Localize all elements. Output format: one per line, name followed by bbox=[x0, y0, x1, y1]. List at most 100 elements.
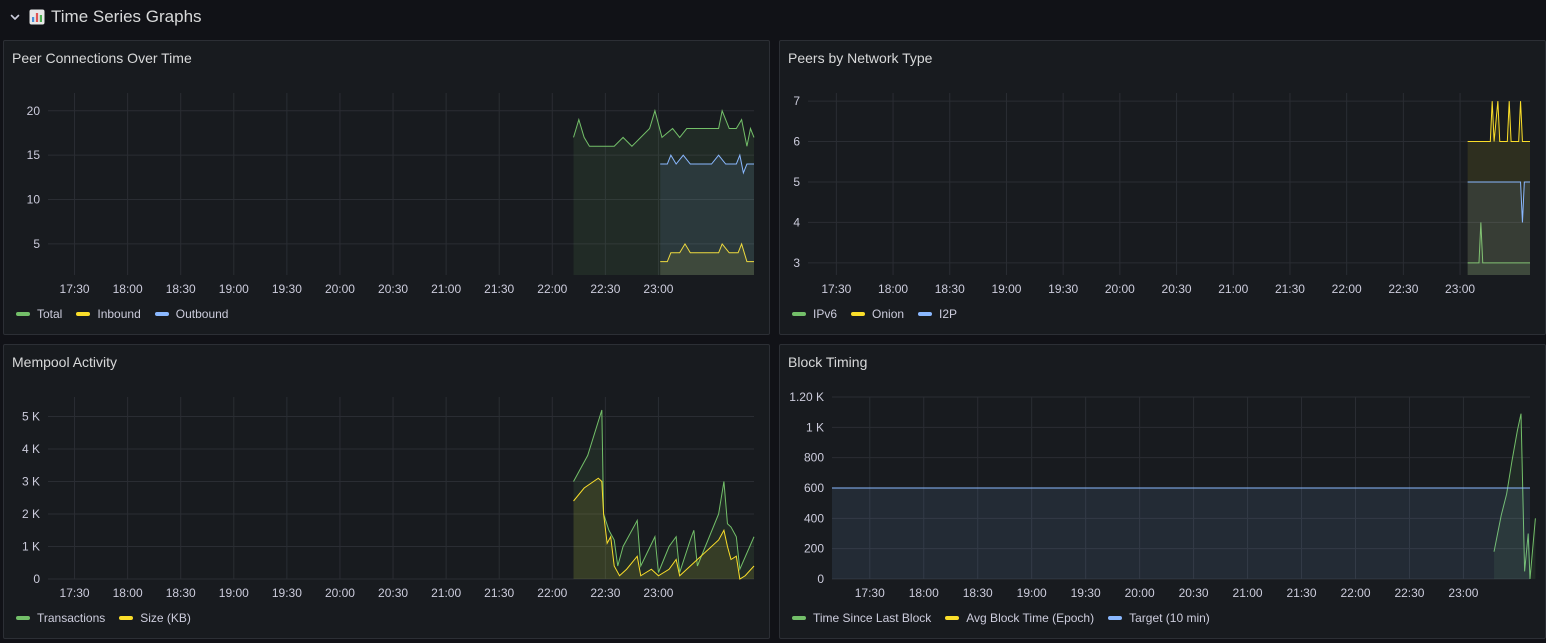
legend-item-onion[interactable]: Onion bbox=[851, 307, 904, 321]
x-tick-label: 22:30 bbox=[1394, 586, 1424, 600]
x-tick-label: 18:00 bbox=[878, 282, 908, 296]
x-tick-label: 19:00 bbox=[991, 282, 1021, 296]
x-tick-label: 22:00 bbox=[1332, 282, 1362, 296]
y-tick-label: 0 bbox=[817, 572, 824, 586]
x-tick-label: 20:00 bbox=[1105, 282, 1135, 296]
row-header[interactable]: Time Series Graphs bbox=[0, 0, 1546, 36]
chart-peer-connections[interactable]: 17:30 18:00 18:30 19:00 19:30 20:00 20:30 21:00… bbox=[4, 41, 771, 336]
x-tick-label: 19:30 bbox=[272, 586, 302, 600]
y-tick-label: 1.20 K bbox=[789, 390, 824, 404]
y-tick-label: 5 K bbox=[22, 410, 40, 424]
x-tick-label: 19:00 bbox=[219, 282, 249, 296]
y-tick-label: 5 bbox=[33, 237, 40, 251]
y-tick-label: 2 K bbox=[22, 507, 40, 521]
x-tick-label: 22:00 bbox=[537, 586, 567, 600]
x-tick-label: 21:00 bbox=[1218, 282, 1248, 296]
x-tick-label: 22:30 bbox=[1388, 282, 1418, 296]
x-tick-label: 21:30 bbox=[484, 586, 514, 600]
x-tick-label: 19:30 bbox=[272, 282, 302, 296]
legend: Transactions Size (KB) bbox=[16, 611, 191, 625]
x-tick-label: 17:30 bbox=[821, 282, 851, 296]
x-tick-label: 20:00 bbox=[325, 586, 355, 600]
y-tick-label: 10 bbox=[27, 193, 41, 207]
row-title: Time Series Graphs bbox=[51, 7, 202, 26]
x-tick-label: 22:00 bbox=[537, 282, 567, 296]
legend: Time Since Last Block Avg Block Time (Ep… bbox=[792, 611, 1210, 625]
series-area bbox=[660, 155, 754, 275]
x-tick-label: 18:30 bbox=[166, 282, 196, 296]
x-tick-label: 22:00 bbox=[1340, 586, 1370, 600]
panel-block-timing[interactable]: Block Timing 17:30 18:00 18:30 19:00 19:30 20… bbox=[779, 344, 1546, 639]
chevron-down-icon[interactable] bbox=[8, 10, 22, 24]
legend-item-time-since-last-block[interactable]: Time Since Last Block bbox=[792, 611, 931, 625]
x-tick-label: 17:30 bbox=[855, 586, 885, 600]
x-tick-label: 17:30 bbox=[60, 586, 90, 600]
x-tick-label: 18:00 bbox=[113, 282, 143, 296]
x-tick-label: 19:00 bbox=[1017, 586, 1047, 600]
panel-mempool[interactable]: Mempool Activity 17:30 18:00 18:30 19:00 19:… bbox=[3, 344, 770, 639]
x-tick-label: 20:30 bbox=[1179, 586, 1209, 600]
chart-mempool[interactable]: 17:30 18:00 18:30 19:00 19:30 20:00 20:30 21:00… bbox=[4, 345, 771, 640]
x-tick-label: 21:30 bbox=[1287, 586, 1317, 600]
x-tick-label: 21:30 bbox=[484, 282, 514, 296]
x-tick-label: 20:00 bbox=[1125, 586, 1155, 600]
legend: Total Inbound Outbound bbox=[16, 307, 228, 321]
bar-chart-icon bbox=[29, 9, 45, 25]
y-tick-label: 1 K bbox=[22, 540, 40, 554]
y-tick-label: 3 bbox=[793, 256, 800, 270]
x-tick-label: 19:30 bbox=[1048, 282, 1078, 296]
x-tick-label: 20:30 bbox=[378, 586, 408, 600]
y-tick-label: 800 bbox=[804, 451, 824, 465]
x-tick-label: 21:00 bbox=[431, 282, 461, 296]
x-tick-label: 22:30 bbox=[590, 586, 620, 600]
y-tick-label: 7 bbox=[793, 94, 800, 108]
x-tick-label: 23:00 bbox=[643, 586, 673, 600]
x-tick-label: 17:30 bbox=[60, 282, 90, 296]
x-tick-label: 20:30 bbox=[378, 282, 408, 296]
legend-item-size[interactable]: Size (KB) bbox=[119, 611, 191, 625]
legend-item-target[interactable]: Target (10 min) bbox=[1108, 611, 1210, 625]
y-tick-label: 20 bbox=[27, 104, 41, 118]
x-tick-label: 20:00 bbox=[325, 282, 355, 296]
x-tick-label: 18:30 bbox=[963, 586, 993, 600]
x-tick-label: 19:30 bbox=[1071, 586, 1101, 600]
chart-block-timing[interactable]: 17:30 18:00 18:30 19:00 19:30 20:00 20:30 21:00… bbox=[780, 345, 1546, 640]
x-tick-label: 22:30 bbox=[590, 282, 620, 296]
x-tick-label: 19:00 bbox=[219, 586, 249, 600]
panel-peer-connections[interactable]: Peer Connections Over Time 17:30 18:00 18:… bbox=[3, 40, 770, 335]
x-tick-label: 23:00 bbox=[643, 282, 673, 296]
x-tick-label: 20:30 bbox=[1162, 282, 1192, 296]
legend-item-total[interactable]: Total bbox=[16, 307, 62, 321]
y-tick-label: 15 bbox=[27, 148, 41, 162]
x-tick-label: 18:00 bbox=[909, 586, 939, 600]
x-tick-label: 18:30 bbox=[166, 586, 196, 600]
legend-item-outbound[interactable]: Outbound bbox=[154, 307, 228, 321]
y-tick-label: 1 K bbox=[806, 420, 824, 434]
x-tick-label: 21:00 bbox=[431, 586, 461, 600]
x-tick-label: 23:00 bbox=[1448, 586, 1478, 600]
y-tick-label: 4 K bbox=[22, 442, 40, 456]
legend: IPv6 Onion I2P bbox=[792, 307, 957, 321]
y-tick-label: 200 bbox=[804, 542, 824, 556]
series-area bbox=[832, 488, 1530, 579]
legend-item-avg-block-time[interactable]: Avg Block Time (Epoch) bbox=[945, 611, 1094, 625]
y-tick-label: 3 K bbox=[22, 475, 40, 489]
y-tick-label: 6 bbox=[793, 135, 800, 149]
chart-peers-network[interactable]: 17:30 18:00 18:30 19:00 19:30 20:00 20:30 21:00… bbox=[780, 41, 1546, 336]
legend-item-inbound[interactable]: Inbound bbox=[76, 307, 141, 321]
x-tick-label: 21:30 bbox=[1275, 282, 1305, 296]
series-area bbox=[1467, 181, 1530, 275]
y-tick-label: 600 bbox=[804, 481, 824, 495]
y-tick-label: 5 bbox=[793, 175, 800, 189]
legend-item-ipv6[interactable]: IPv6 bbox=[792, 307, 837, 321]
legend-item-transactions[interactable]: Transactions bbox=[16, 611, 105, 625]
legend-item-i2p[interactable]: I2P bbox=[918, 307, 957, 321]
x-tick-label: 23:00 bbox=[1445, 282, 1475, 296]
x-tick-label: 21:00 bbox=[1233, 586, 1263, 600]
panel-peers-network[interactable]: Peers by Network Type 17:30 18:00 18:30 19:… bbox=[779, 40, 1546, 335]
y-tick-label: 400 bbox=[804, 511, 824, 525]
y-tick-label: 4 bbox=[793, 215, 800, 229]
x-tick-label: 18:30 bbox=[935, 282, 965, 296]
y-tick-label: 0 bbox=[33, 572, 40, 586]
x-tick-label: 18:00 bbox=[113, 586, 143, 600]
